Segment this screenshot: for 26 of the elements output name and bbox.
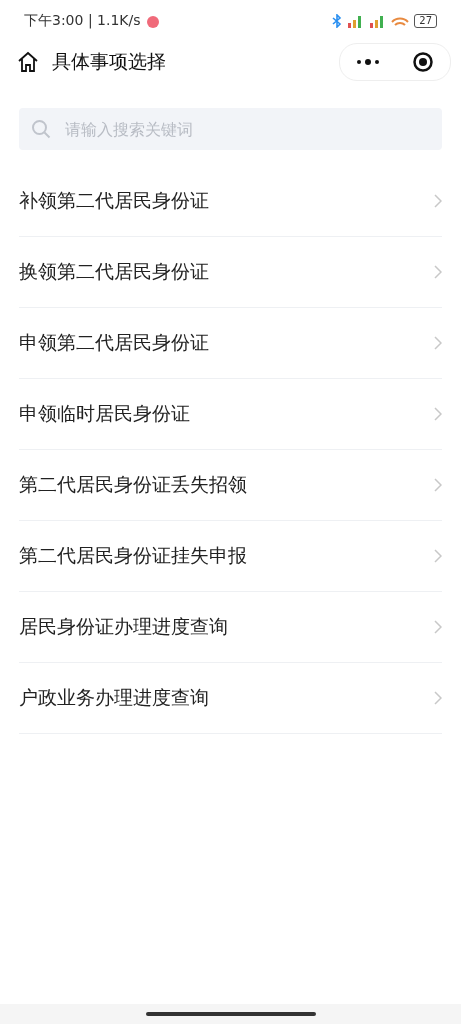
- search-bar[interactable]: 请输入搜索关键词: [19, 108, 442, 150]
- list-item[interactable]: 补领第二代居民身份证: [19, 166, 442, 237]
- list-item[interactable]: 第二代居民身份证挂失申报: [19, 521, 442, 592]
- home-icon[interactable]: [16, 50, 40, 74]
- battery-icon: 27: [414, 14, 437, 28]
- chevron-icon: [434, 336, 442, 350]
- list-item[interactable]: 居民身份证办理进度查询: [19, 592, 442, 663]
- list-item[interactable]: 户政业务办理进度查询: [19, 663, 442, 734]
- chevron-icon: [434, 549, 442, 563]
- chevron-icon: [434, 194, 442, 208]
- chevron-icon: [434, 407, 442, 421]
- list-item[interactable]: 申领第二代居民身份证: [19, 308, 442, 379]
- list-item[interactable]: 第二代居民身份证丢失招领: [19, 450, 442, 521]
- chevron-icon: [434, 265, 442, 279]
- bluetooth-icon: [332, 14, 343, 28]
- status-time: 下午3:00 | 1.1K/s: [24, 12, 141, 30]
- list-item[interactable]: 申领临时居民身份证: [19, 379, 442, 450]
- page-title: 具体事项选择: [52, 49, 167, 74]
- search-icon: [31, 119, 51, 139]
- chevron-icon: [434, 620, 442, 634]
- chevron-icon: [434, 478, 442, 492]
- chevron-icon: [434, 691, 442, 705]
- ellipsis-icon: [356, 59, 380, 65]
- list-item[interactable]: 换领第二代居民身份证: [19, 237, 442, 308]
- target-icon: [412, 51, 434, 73]
- search-field[interactable]: 请输入搜索关键词: [63, 118, 430, 140]
